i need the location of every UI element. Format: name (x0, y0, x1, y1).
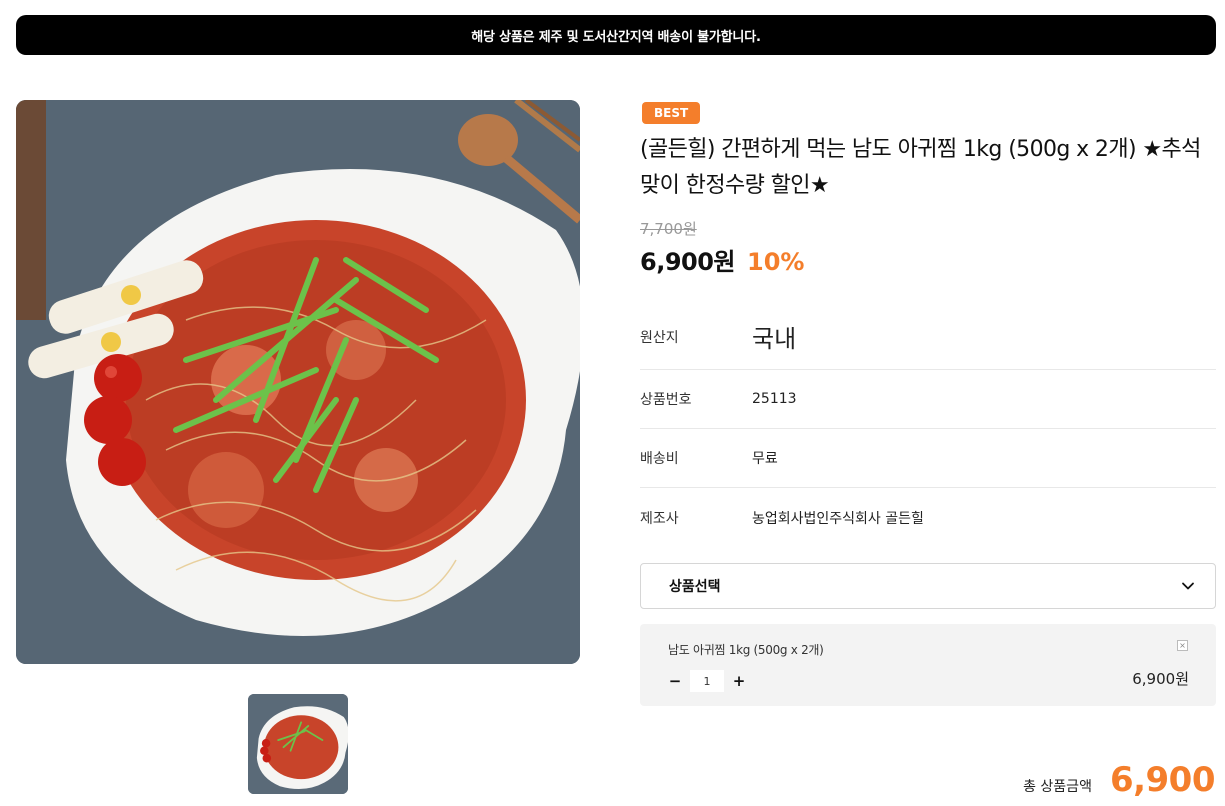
sale-price: 6,900원 (640, 248, 736, 276)
info-row-origin: 원산지 국내 (640, 304, 1216, 370)
product-main-image (16, 100, 580, 664)
product-info-table: 원산지 국내 상품번호 25113 배송비 무료 제조사 농업회사법인주식회사 … (640, 304, 1216, 547)
info-label: 원산지 (640, 329, 679, 346)
quantity-plus-button[interactable]: + (730, 672, 748, 690)
remove-option-button[interactable]: × (1177, 640, 1188, 651)
product-title: (골든힐) 간편하게 먹는 남도 아귀찜 1kg (500g x 2개) ★추석… (640, 137, 1201, 198)
food-thumbnail-photo (248, 694, 348, 794)
total-price-label: 총 상품금액 (1023, 779, 1092, 795)
product-option-select[interactable]: 상품선택 (640, 563, 1216, 609)
quantity-input[interactable] (690, 670, 724, 692)
selected-option-box: 남도 아귀찜 1kg (500g x 2개) × − + 6,900원 (640, 624, 1216, 706)
info-label: 상품번호 (640, 392, 692, 408)
quantity-stepper: − + (666, 670, 748, 692)
info-value: 25113 (752, 391, 797, 407)
info-label: 배송비 (640, 451, 679, 467)
chevron-down-icon (1182, 582, 1194, 590)
info-label: 제조사 (640, 510, 679, 527)
info-row-shipping-fee: 배송비 무료 (640, 429, 1216, 488)
info-value: 무료 (752, 451, 778, 467)
food-photo (16, 100, 580, 664)
info-value: 농업회사법인주식회사 골든힐 (752, 510, 924, 527)
info-row-manufacturer: 제조사 농업회사법인주식회사 골든힐 (640, 488, 1216, 547)
discount-rate: 10% (747, 248, 805, 276)
total-price-amount: 6,900 (1109, 760, 1216, 800)
quantity-minus-button[interactable]: − (666, 672, 684, 690)
sale-price-row: 6,900원 10% (640, 242, 804, 277)
total-price-row: 총 상품금액 6,900 (1023, 760, 1215, 800)
original-price: 7,700원 (640, 220, 697, 238)
shipping-notice-bar: 해당 상품은 제주 및 도서산간지역 배송이 불가합니다. (16, 15, 1216, 55)
best-badge: BEST (642, 102, 701, 124)
info-value: 국내 (752, 325, 797, 353)
info-row-product-number: 상품번호 25113 (640, 370, 1216, 429)
selected-option-name: 남도 아귀찜 1kg (500g x 2개) (668, 643, 824, 657)
option-select-label: 상품선택 (669, 579, 721, 595)
product-thumbnail[interactable] (248, 694, 348, 794)
shipping-notice-text: 해당 상품은 제주 및 도서산간지역 배송이 불가합니다. (471, 29, 761, 45)
selected-option-price: 6,900원 (1132, 670, 1189, 688)
